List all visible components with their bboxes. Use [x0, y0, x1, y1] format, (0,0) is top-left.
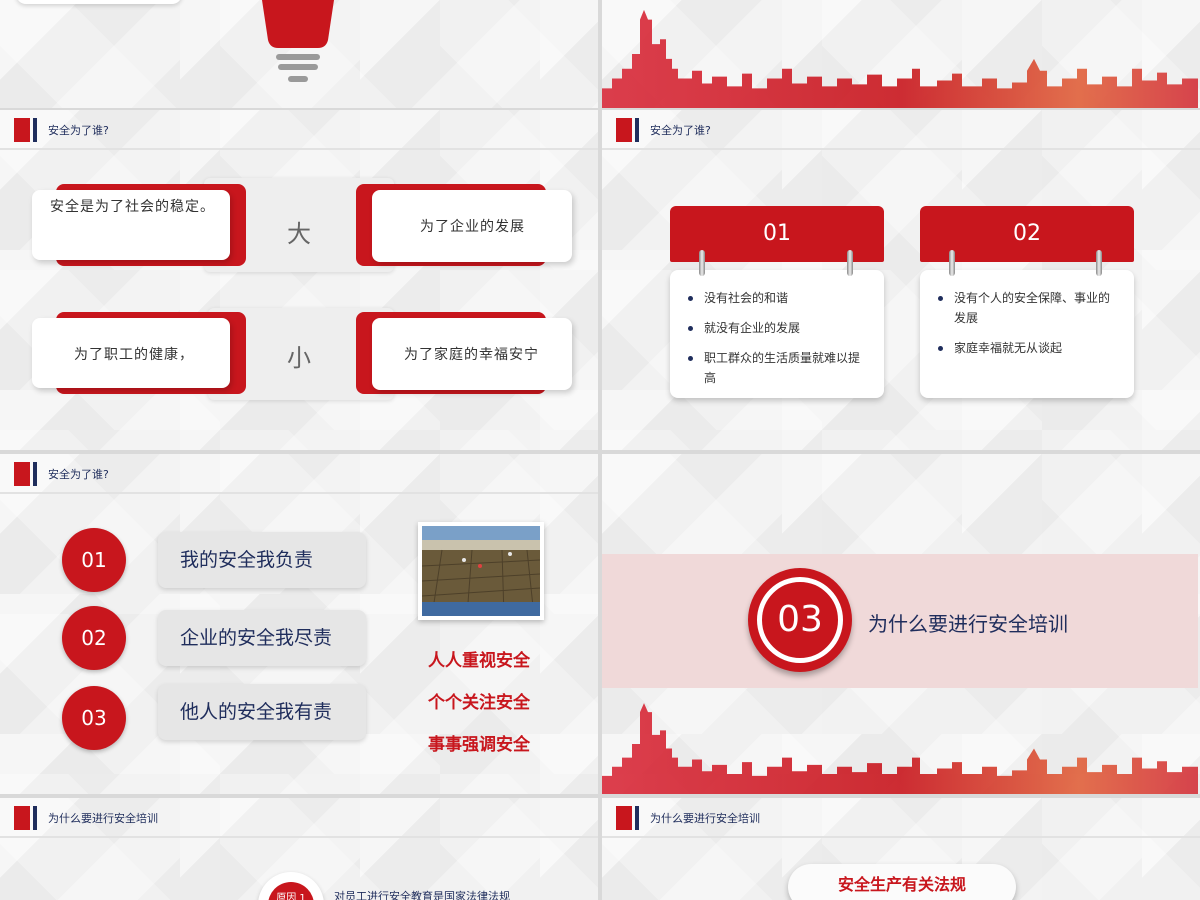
- header-title: 为什么要进行安全培训: [48, 812, 158, 825]
- slide-header: 安全为了谁?: [0, 110, 598, 150]
- note-01: 没有社会的和谐 就没有企业的发展 职工群众的生活质量就难以提高: [670, 270, 884, 398]
- section-title: 为什么要进行安全培训: [868, 612, 1068, 636]
- slide-who-responsibility[interactable]: 安全为了谁? 我的安全我负责 01 企业的安全我尽责 02 他人的安全我有责 0…: [0, 454, 598, 794]
- item-number: 01: [62, 528, 126, 592]
- item-number: 02: [62, 606, 126, 670]
- slogan-2: 个个关注安全: [428, 693, 530, 713]
- slogan-3: 事事强调安全: [428, 735, 530, 755]
- item-text: 企业的安全我尽责: [158, 610, 366, 666]
- slide-header: 安全为了谁?: [0, 454, 598, 494]
- slide-section-03[interactable]: 03 为什么要进行安全培训: [602, 454, 1200, 794]
- slide-why-reason[interactable]: 为什么要进行安全培训 原因 1 对员工进行安全教育是国家法律法规: [0, 798, 598, 900]
- note-02-item: 家庭幸福就无从谈起: [938, 338, 1120, 358]
- header-navy-bar: [33, 462, 37, 486]
- slide-skyline-top[interactable]: [602, 0, 1200, 108]
- header-title: 安全为了谁?: [650, 124, 711, 137]
- reason-badge-inner: 原因 1: [268, 882, 314, 900]
- construction-site-photo: [418, 522, 544, 620]
- laws-button[interactable]: 安全生产有关法规: [788, 864, 1016, 900]
- header-navy-bar: [33, 806, 37, 830]
- section-number: 03: [757, 577, 843, 663]
- slogan-1: 人人重视安全: [428, 651, 530, 671]
- binder-ring: [1096, 250, 1102, 276]
- item-text: 他人的安全我有责: [158, 684, 366, 740]
- card-family: 为了家庭的幸福安宁: [372, 318, 572, 390]
- reason-badge: 原因 1: [258, 872, 324, 900]
- slide-who-big-small[interactable]: 安全为了谁? 安全是为了社会的稳定。 为了企业的发展 为了职工的健康， 为了家庭…: [0, 110, 598, 450]
- note-01-item: 就没有企业的发展: [688, 318, 870, 338]
- city-skyline-image: [602, 9, 1198, 108]
- header-red-square: [14, 118, 30, 142]
- rounded-box: [16, 0, 182, 4]
- card-workers: 为了职工的健康，: [32, 318, 230, 388]
- binder-ring: [847, 250, 853, 276]
- header-title: 安全为了谁?: [48, 124, 109, 137]
- label-big: 大: [287, 220, 311, 248]
- label-small: 小: [287, 344, 311, 372]
- note-01-item: 没有社会的和谐: [688, 288, 870, 308]
- header-title: 为什么要进行安全培训: [650, 812, 760, 825]
- slide-header: 安全为了谁?: [602, 110, 1200, 150]
- card-family-text: 为了家庭的幸福安宁: [404, 347, 539, 363]
- card-society-text: 安全是为了社会的稳定。: [50, 199, 215, 215]
- slide-who-01-02[interactable]: 安全为了谁? 没有社会的和谐 就没有企业的发展 职工群众的生活质量就难以提高 0…: [602, 110, 1200, 450]
- card-enterprise-text: 为了企业的发展: [420, 219, 525, 235]
- header-red-square: [14, 806, 30, 830]
- note-01-item: 职工群众的生活质量就难以提高: [688, 348, 870, 388]
- city-skyline-image: [602, 703, 1198, 794]
- section-number-badge: 03: [748, 568, 852, 672]
- header-red-square: [616, 806, 632, 830]
- binder-ring: [699, 250, 705, 276]
- item-text: 我的安全我负责: [158, 532, 366, 588]
- note-02: 没有个人的安全保障、事业的发展 家庭幸福就无从谈起: [920, 270, 1134, 398]
- slide-header: 为什么要进行安全培训: [0, 798, 598, 838]
- card-society: 安全是为了社会的稳定。: [32, 190, 230, 260]
- slide-header: 为什么要进行安全培训: [602, 798, 1200, 838]
- header-title: 安全为了谁?: [48, 468, 109, 481]
- card-enterprise: 为了企业的发展: [372, 190, 572, 262]
- header-navy-bar: [635, 118, 639, 142]
- slide-why-laws[interactable]: 为什么要进行安全培训 安全生产有关法规: [602, 798, 1200, 900]
- item-number: 03: [62, 686, 126, 750]
- header-navy-bar: [635, 806, 639, 830]
- header-red-square: [14, 462, 30, 486]
- lightbulb-icon: [262, 0, 334, 82]
- reason-text: 对员工进行安全教育是国家法律法规: [334, 890, 510, 900]
- card-workers-text: 为了职工的健康，: [74, 347, 194, 363]
- note-02-item: 没有个人的安全保障、事业的发展: [938, 288, 1120, 328]
- binder-ring: [949, 250, 955, 276]
- slide-bulb[interactable]: [0, 0, 598, 108]
- header-navy-bar: [33, 118, 37, 142]
- header-red-square: [616, 118, 632, 142]
